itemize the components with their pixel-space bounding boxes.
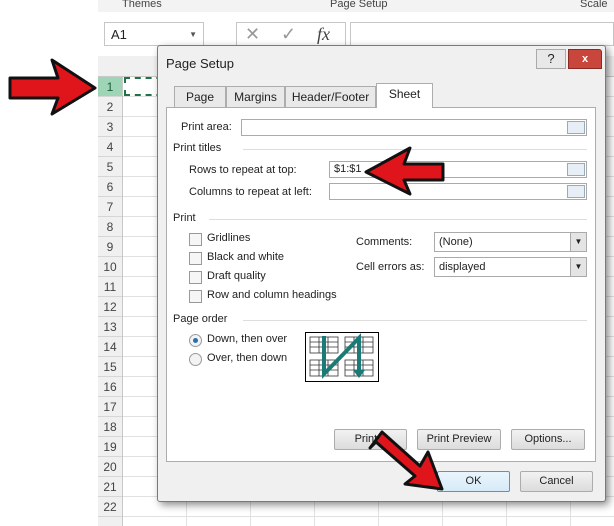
cell-errors-label: Cell errors as: <box>356 261 425 273</box>
divider <box>209 219 587 220</box>
print-section-label: Print <box>173 212 196 224</box>
ribbon-group-scale: Scale <box>580 0 608 10</box>
row-header[interactable]: 6 <box>98 177 122 197</box>
close-button[interactable]: x <box>568 49 602 69</box>
page-setup-dialog: Page Setup ? x Page Margins Header/Foote… <box>157 45 606 502</box>
gridlines-checkbox[interactable] <box>189 233 202 246</box>
cell-errors-select[interactable]: displayed ▼ <box>434 257 587 277</box>
row-header[interactable]: 7 <box>98 197 122 217</box>
dialog-title: Page Setup <box>166 56 234 71</box>
chevron-down-icon[interactable]: ▼ <box>189 23 197 47</box>
chevron-down-icon[interactable]: ▼ <box>570 233 586 251</box>
tab-sheet[interactable]: Sheet <box>376 83 433 108</box>
ribbon-group-themes: Themes <box>122 0 162 10</box>
arrow-right-icon <box>8 58 97 116</box>
tab-page[interactable]: Page <box>174 86 226 107</box>
print-button[interactable]: Print... <box>334 429 407 450</box>
row-header[interactable]: 15 <box>98 357 122 377</box>
row-header[interactable]: 19 <box>98 437 122 457</box>
black-and-white-checkbox[interactable] <box>189 252 202 265</box>
row-header[interactable]: 13 <box>98 317 122 337</box>
name-box[interactable]: A1 ▼ <box>104 22 204 46</box>
range-select-icon[interactable] <box>567 163 585 176</box>
over-then-down-radio[interactable] <box>189 353 202 366</box>
comments-label: Comments: <box>356 236 413 248</box>
row-header[interactable]: 14 <box>98 337 122 357</box>
cancel-button[interactable]: Cancel <box>520 471 593 492</box>
row-header[interactable]: 22 <box>98 497 122 517</box>
black-and-white-label: Black and white <box>207 251 285 263</box>
ok-button[interactable]: OK <box>437 471 510 492</box>
rows-to-repeat-value: $1:$1 <box>334 163 362 175</box>
page-order-label: Page order <box>173 313 228 325</box>
divider <box>243 320 587 321</box>
check-icon[interactable]: ✓ <box>281 24 296 45</box>
range-select-icon[interactable] <box>567 121 585 134</box>
sheet-panel: Print area: Print titles Rows to repeat … <box>166 107 596 462</box>
row-header[interactable]: 3 <box>98 117 122 137</box>
row-header[interactable]: 21 <box>98 477 122 497</box>
columns-to-repeat-input[interactable] <box>329 183 587 200</box>
print-area-label: Print area: <box>181 121 232 133</box>
rows-to-repeat-input[interactable]: $1:$1 <box>329 161 587 178</box>
chevron-down-icon[interactable]: ▼ <box>570 258 586 276</box>
rows-to-repeat-label: Rows to repeat at top: <box>189 164 297 176</box>
tab-margins[interactable]: Margins <box>226 86 285 107</box>
comments-select[interactable]: (None) ▼ <box>434 232 587 252</box>
fx-icon[interactable]: fx <box>317 24 330 45</box>
row-header[interactable]: 9 <box>98 237 122 257</box>
name-box-value: A1 <box>111 27 127 42</box>
row-column-headings-checkbox[interactable] <box>189 290 202 303</box>
row-headers: 1 2 3 4 5 6 7 8 9 10 11 12 13 14 15 16 17 18 19 20 21 22 <box>98 77 123 526</box>
row-header[interactable]: 1 <box>98 77 122 97</box>
options-button[interactable]: Options... <box>511 429 585 450</box>
x-icon[interactable]: ✕ <box>245 24 260 45</box>
over-then-down-label: Over, then down <box>207 352 288 364</box>
cell-errors-value: displayed <box>439 261 486 273</box>
row-header[interactable]: 2 <box>98 97 122 117</box>
range-select-icon[interactable] <box>567 185 585 198</box>
row-header[interactable]: 10 <box>98 257 122 277</box>
draft-quality-checkbox[interactable] <box>189 271 202 284</box>
down-then-over-label: Down, then over <box>207 333 288 345</box>
draft-quality-label: Draft quality <box>207 270 266 282</box>
print-preview-button[interactable]: Print Preview <box>417 429 501 450</box>
columns-to-repeat-label: Columns to repeat at left: <box>189 186 312 198</box>
comments-value: (None) <box>439 236 473 248</box>
down-then-over-radio[interactable] <box>189 334 202 347</box>
row-column-headings-label: Row and column headings <box>207 289 337 301</box>
print-area-input[interactable] <box>241 119 587 136</box>
row-header[interactable]: 12 <box>98 297 122 317</box>
row-header[interactable]: 20 <box>98 457 122 477</box>
row-header[interactable]: 17 <box>98 397 122 417</box>
row-header[interactable]: 11 <box>98 277 122 297</box>
row-header[interactable]: 8 <box>98 217 122 237</box>
print-titles-label: Print titles <box>173 142 222 154</box>
row-header[interactable]: 5 <box>98 157 122 177</box>
formula-input[interactable] <box>350 22 614 46</box>
gridlines-label: Gridlines <box>207 232 251 244</box>
ribbon-group-page-setup[interactable]: Page Setup <box>330 0 388 10</box>
divider <box>243 149 587 150</box>
row-header[interactable]: 16 <box>98 377 122 397</box>
row-header[interactable]: 18 <box>98 417 122 437</box>
page-order-preview-icon <box>305 332 379 382</box>
row-header[interactable]: 4 <box>98 137 122 157</box>
help-button[interactable]: ? <box>536 49 566 69</box>
formula-buttons: ✕ ✓ fx <box>236 22 346 46</box>
tab-header-footer[interactable]: Header/Footer <box>285 86 376 107</box>
